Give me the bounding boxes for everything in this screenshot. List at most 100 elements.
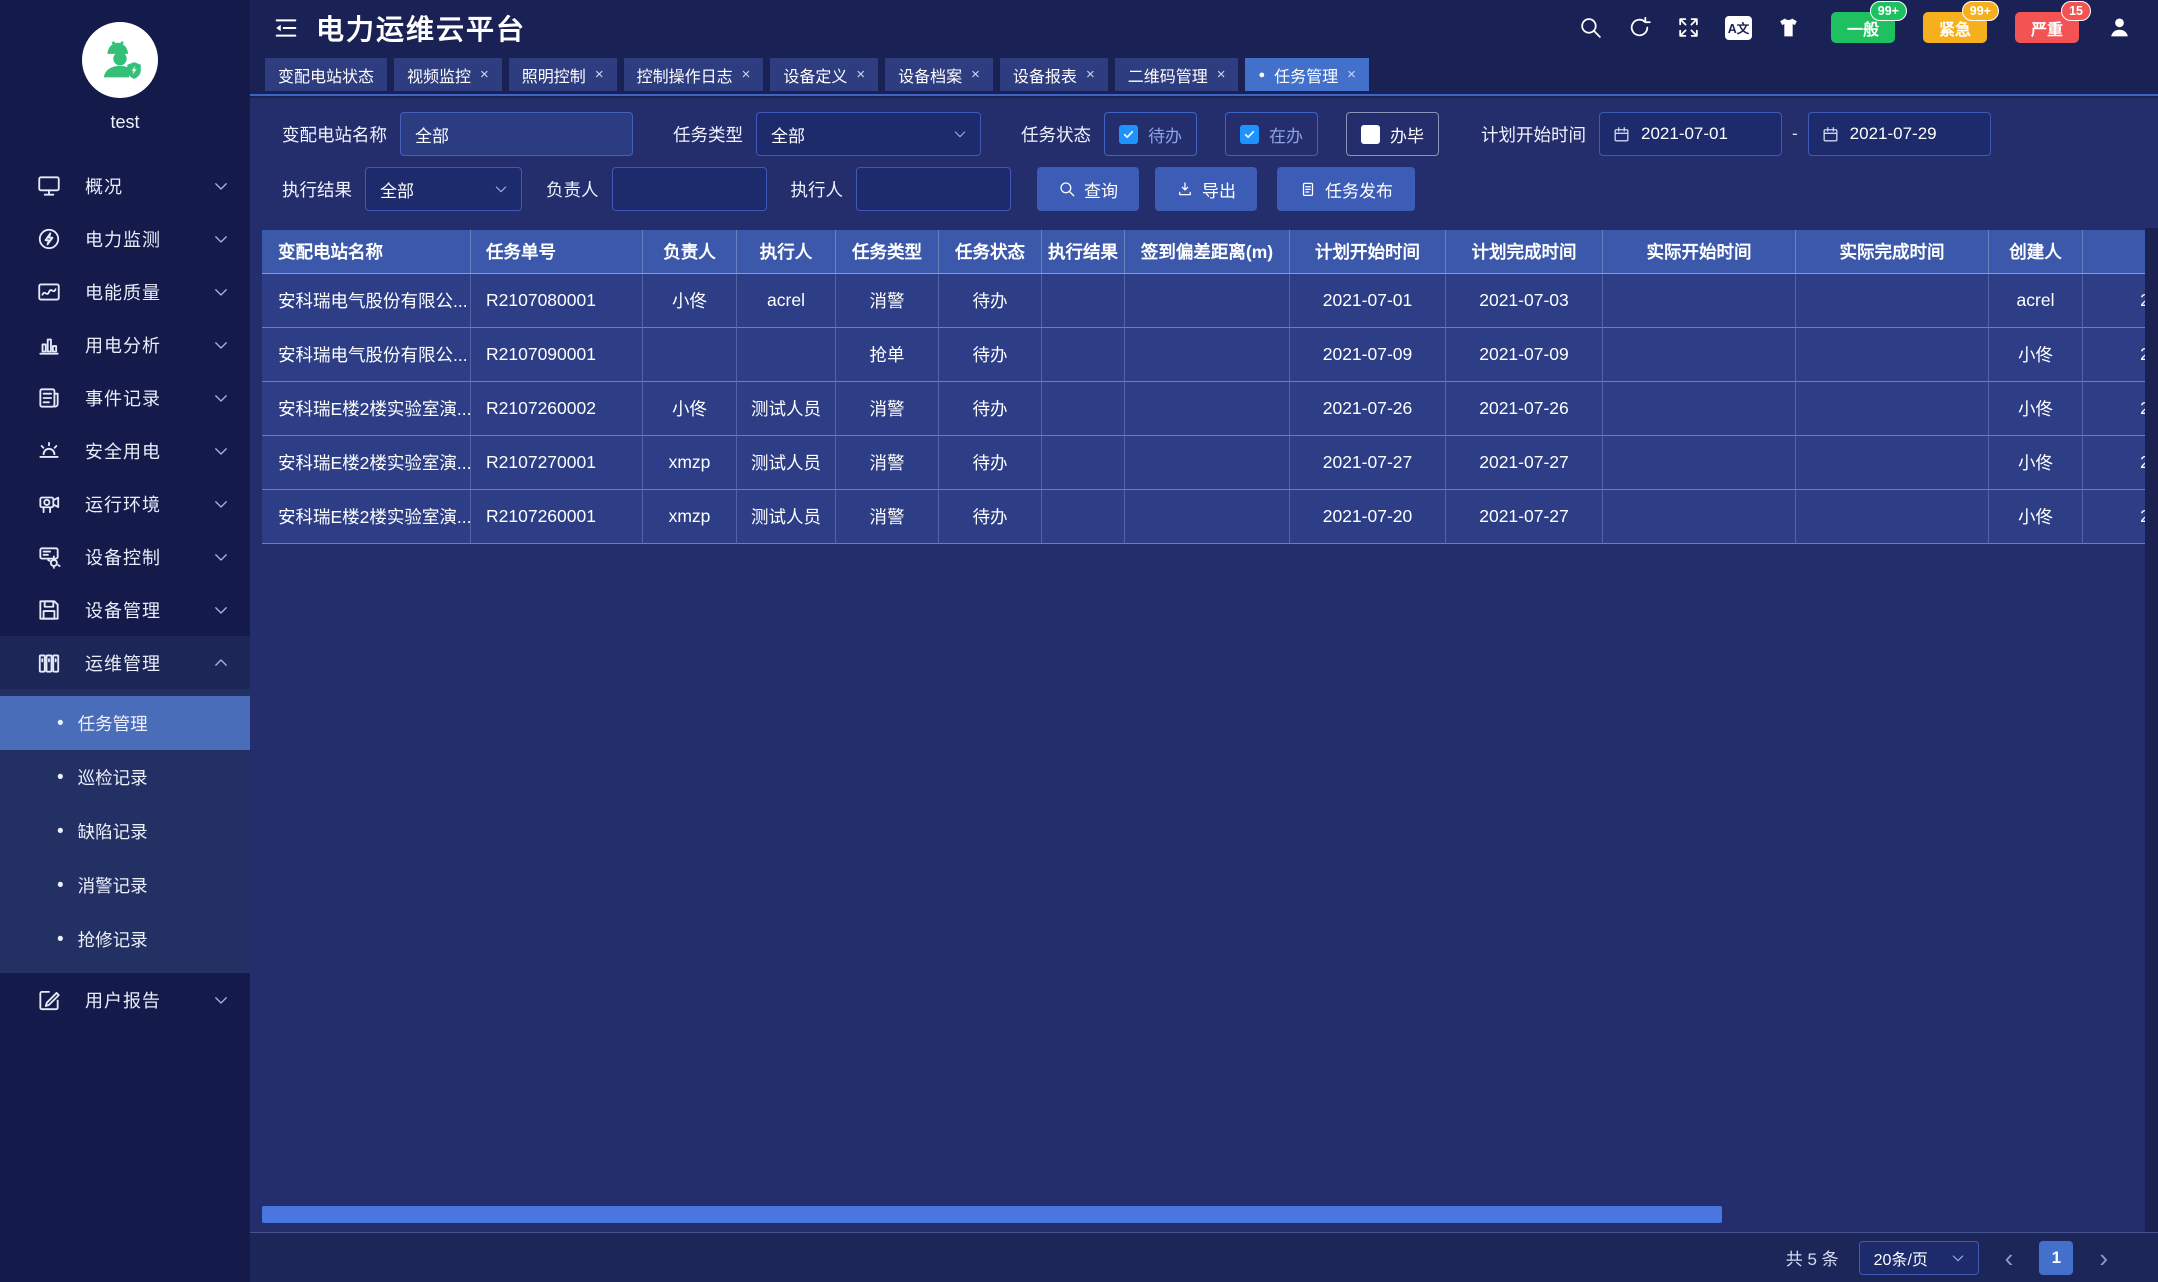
tab-照明控制[interactable]: 照明控制 × (508, 58, 617, 91)
column-header-实际开始时间[interactable]: 实际开始时间 (1603, 230, 1796, 274)
column-header-计划开始时间[interactable]: 计划开始时间 (1290, 230, 1446, 274)
submenu-item-抢修记录[interactable]: • 抢修记录 (0, 912, 250, 966)
alarm-count-badge: 99+ (1961, 1, 1999, 21)
exec-result-select[interactable]: 全部 (365, 167, 522, 211)
sidebar-item-设备控制[interactable]: 设备控制 (0, 530, 250, 583)
tab-设备报表[interactable]: 设备报表 × (999, 58, 1108, 91)
prev-page-button[interactable]: ‹ (1999, 1245, 2020, 1271)
column-header-任务单号[interactable]: 任务单号 (471, 230, 643, 274)
task-type-label: 任务类型 (673, 124, 743, 145)
close-icon[interactable]: × (1347, 66, 1356, 83)
power-icon (38, 228, 60, 249)
page-number-button[interactable]: 1 (2039, 1240, 2074, 1275)
tab-控制操作日志[interactable]: 控制操作日志 × (623, 58, 764, 91)
sidebar-item-电能质量[interactable]: 电能质量 (0, 265, 250, 318)
submenu-item-巡检记录[interactable]: • 巡检记录 (0, 750, 250, 804)
table-row[interactable]: 安科瑞电气股份有限公... R2107080001 小佟 acrel 消警 待办 2021-… (262, 274, 2145, 328)
table-row[interactable]: 安科瑞电气股份有限公... R2107090001 抢单 待办 2021-07-09 20… (262, 328, 2145, 382)
submenu-item-任务管理[interactable]: • 任务管理 (0, 696, 250, 750)
close-icon[interactable]: × (971, 66, 980, 83)
query-button[interactable]: 查询 (1037, 167, 1139, 211)
bullet-icon: • (57, 874, 64, 896)
status-checkbox-在办[interactable]: 在办 (1225, 112, 1318, 156)
column-header-计划完成时间[interactable]: 计划完成时间 (1446, 230, 1603, 274)
submenu-item-消警记录[interactable]: • 消警记录 (0, 858, 250, 912)
alarm-buttons: 一般 99+ 紧急 99+ 严重 15 (1831, 1, 2091, 43)
exec-result-label: 执行结果 (282, 179, 352, 200)
owner-input[interactable] (612, 168, 766, 210)
executor-field-wrap (856, 167, 1011, 211)
content-panel: 变配电站名称 任务类型 全部 任务状态 待办 在办 办毕 计划开始时间 (250, 98, 2158, 1232)
alarm-button-严重[interactable]: 严重 15 (2015, 1, 2091, 43)
tab-二维码管理[interactable]: 二维码管理 × (1114, 58, 1239, 91)
sidebar-item-label: 概况 (85, 176, 123, 197)
sidebar-item-运维管理[interactable]: 运维管理 (0, 636, 250, 689)
close-icon[interactable]: × (742, 66, 751, 83)
close-icon[interactable]: × (856, 66, 865, 83)
close-icon[interactable]: × (595, 66, 604, 83)
table-cell: 2021-07-27 (1446, 436, 1603, 490)
column-header-负责人[interactable]: 负责人 (643, 230, 737, 274)
alarm-button-一般[interactable]: 一般 99+ (1831, 1, 1907, 43)
tab-变配电站状态[interactable]: 变配电站状态 (265, 58, 388, 91)
tab-设备定义[interactable]: 设备定义 × (770, 58, 879, 91)
sidebar-item-安全用电[interactable]: 安全用电 (0, 424, 250, 477)
table-cell: 2021- (2083, 328, 2145, 382)
sidebar-item-电力监测[interactable]: 电力监测 (0, 212, 250, 265)
column-header-签到偏差距离(m)[interactable]: 签到偏差距离(m) (1125, 230, 1290, 274)
sidebar-item-设备管理[interactable]: 设备管理 (0, 583, 250, 636)
submenu-item-缺陷记录[interactable]: • 缺陷记录 (0, 804, 250, 858)
sidebar-item-概况[interactable]: 概况 (0, 159, 250, 212)
tab-任务管理[interactable]: ● 任务管理 × (1245, 58, 1369, 91)
column-header-任务类型[interactable]: 任务类型 (836, 230, 939, 274)
tab-视频监控[interactable]: 视频监控 × (394, 58, 502, 91)
column-header-执行结果[interactable]: 执行结果 (1042, 230, 1125, 274)
sidebar-item-label: 用户报告 (85, 990, 161, 1011)
column-header-创建人[interactable]: 创建人 (1989, 230, 2083, 274)
date-separator: - (1792, 124, 1798, 143)
status-checkbox-待办[interactable]: 待办 (1104, 112, 1197, 156)
publish-task-button[interactable]: 任务发布 (1277, 167, 1415, 211)
close-icon[interactable]: × (480, 66, 489, 83)
table-cell: xmzp (643, 490, 737, 544)
next-page-button[interactable]: › (2093, 1245, 2114, 1271)
search-icon[interactable] (1578, 15, 1603, 40)
sidebar-item-用户报告[interactable]: 用户报告 (0, 973, 250, 1026)
column-header-extra[interactable] (2083, 230, 2145, 274)
date-from-picker[interactable]: 2021-07-01 (1599, 112, 1782, 156)
table-row[interactable]: 安科瑞E楼2楼实验室演... R2107270001 xmzp 测试人员 消警 待办 202… (262, 436, 2145, 490)
active-tab-dot-icon: ● (1258, 68, 1266, 81)
export-button[interactable]: 导出 (1155, 167, 1257, 211)
table-row[interactable]: 安科瑞E楼2楼实验室演... R2107260002 小佟 测试人员 消警 待办 2021-… (262, 382, 2145, 436)
refresh-icon[interactable] (1627, 15, 1652, 40)
alarm-button-紧急[interactable]: 紧急 99+ (1923, 1, 1999, 43)
menu-fold-icon[interactable] (272, 14, 300, 42)
date-to-picker[interactable]: 2021-07-29 (1807, 112, 1991, 156)
username-label: test (110, 112, 140, 132)
table-cell (1603, 382, 1796, 436)
fullscreen-icon[interactable] (1676, 15, 1701, 40)
table-cell: R2107080001 (471, 274, 643, 328)
column-header-实际完成时间[interactable]: 实际完成时间 (1796, 230, 1989, 274)
user-avatar[interactable] (82, 22, 158, 98)
station-name-input[interactable] (401, 113, 632, 155)
translate-icon[interactable]: A文 (1725, 15, 1752, 40)
user-icon[interactable] (2107, 15, 2132, 40)
column-header-执行人[interactable]: 执行人 (737, 230, 836, 274)
status-checkbox-办毕[interactable]: 办毕 (1346, 112, 1439, 156)
task-type-select[interactable]: 全部 (756, 112, 981, 156)
sidebar-item-事件记录[interactable]: 事件记录 (0, 371, 250, 424)
theme-shirt-icon[interactable] (1776, 15, 1801, 40)
close-icon[interactable]: × (1086, 66, 1095, 83)
close-icon[interactable]: × (1217, 66, 1226, 83)
table-row[interactable]: 安科瑞E楼2楼实验室演... R2107260001 xmzp 测试人员 消警 待办 202… (262, 490, 2145, 544)
horizontal-scrollbar[interactable] (262, 1206, 1722, 1223)
vertical-scrollbar-track[interactable] (2145, 228, 2158, 1232)
tab-设备档案[interactable]: 设备档案 × (885, 58, 993, 91)
sidebar-item-运行环境[interactable]: 运行环境 (0, 477, 250, 530)
executor-input[interactable] (857, 168, 1010, 210)
column-header-任务状态[interactable]: 任务状态 (939, 230, 1042, 274)
column-header-变配电站名称[interactable]: 变配电站名称 (262, 230, 471, 274)
sidebar-item-用电分析[interactable]: 用电分析 (0, 318, 250, 371)
page-size-select[interactable]: 20条/页 (1858, 1240, 1979, 1275)
